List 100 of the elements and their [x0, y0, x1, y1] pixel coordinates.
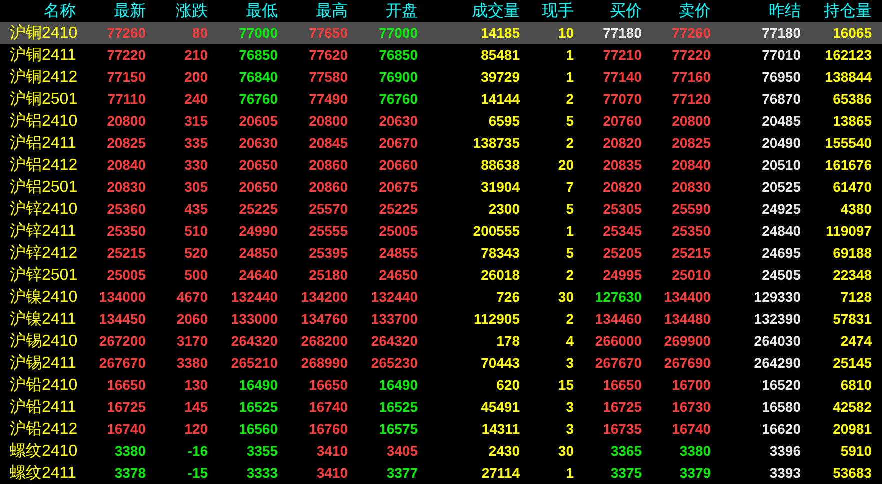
contract-name: 沪锡2411: [9, 354, 78, 374]
table-cell-text: 25360: [106, 201, 146, 217]
table-cell-text: 3396: [768, 443, 801, 459]
table-cell-text: 134460: [594, 311, 642, 327]
table-cell-text: 2474: [840, 333, 872, 349]
table-cell-text: 77210: [602, 47, 642, 63]
column-header[interactable]: 最低: [208, 0, 278, 22]
table-cell-text: 130: [184, 377, 208, 393]
column-header[interactable]: 开盘: [348, 0, 418, 22]
quote-row[interactable]: 沪锌2410 25360 435 25225 25570 25225 2300 5 25305 25590 24925 4380: [0, 198, 882, 220]
table-cell-text: 134200: [300, 289, 348, 305]
table-cell-text: 16740: [671, 421, 711, 437]
table-cell-text: 14144: [480, 91, 520, 107]
quote-row[interactable]: 沪铝2501 20830 305 20650 20860 20675 31904 7 20820 20830 20525 61470: [0, 176, 882, 198]
quote-row[interactable]: 沪铝2412 20840 330 20650 20860 20660 88638 20 20835 20840 20510 161676: [0, 154, 882, 176]
quote-row[interactable]: 沪铝2411 20825 335 20630 20845 20670 138735 2 20820 20825 20490 155540: [0, 132, 882, 154]
column-header[interactable]: 买价: [574, 0, 642, 22]
quote-row[interactable]: 沪锌2411 25350 510 24990 25555 25005 200555 1 25345 25350 24840 119097: [0, 220, 882, 242]
contract-name: 沪锌2501: [9, 266, 79, 286]
table-cell-text: 25305: [602, 201, 642, 217]
table-cell-text: 25350: [671, 223, 711, 239]
table-cell-text: 6595: [488, 113, 520, 129]
table-cell-text: 120: [184, 421, 208, 437]
table-cell-text: 2060: [176, 311, 208, 327]
column-header[interactable]: 名称: [0, 0, 82, 22]
quote-row[interactable]: 沪铅2410 16650 130 16490 16650 16490 620 15 16650 16700 16520 6810: [0, 374, 882, 396]
column-header[interactable]: 现手: [520, 0, 574, 22]
table-cell-text: 77650: [308, 25, 348, 41]
table-cell-text: 265210: [230, 355, 278, 371]
quote-row[interactable]: 沪镍2410 134000 4670 132440 134200 132440 726 30 127630 134400 129330 7128: [0, 286, 882, 308]
quote-row[interactable]: 沪锌2501 25005 500 24640 25180 24650 26018 2 24995 25010 24505 22348: [0, 264, 882, 286]
table-cell-text: 3380: [678, 443, 711, 459]
table-cell-text: -15: [186, 465, 208, 481]
table-cell-text: 57831: [832, 311, 872, 327]
table-cell-text: 240: [184, 91, 208, 107]
table-cell-text: 80: [191, 25, 208, 41]
table-cell-text: 138735: [472, 135, 520, 151]
table-cell-text: 119097: [825, 223, 872, 239]
contract-name: 沪锡2410: [9, 332, 79, 352]
table-cell-text: 14311: [480, 421, 520, 437]
table-cell-text: 77580: [308, 69, 348, 85]
table-cell-text: 10: [557, 25, 574, 41]
table-cell-text: 1: [565, 465, 574, 481]
table-cell-text: 16525: [378, 399, 418, 415]
column-header[interactable]: 持仓量: [801, 0, 872, 22]
table-cell-text: 3377: [386, 465, 418, 481]
table-cell-text: 620: [496, 377, 520, 393]
table-cell-text: 76850: [238, 47, 278, 63]
quote-row[interactable]: 沪锡2411 267670 3380 265210 268990 265230 70443 3 267670 267690 264290 25145: [0, 352, 882, 374]
quote-row[interactable]: 沪铅2411 16725 145 16525 16740 16525 45491 3 16725 16730 16580 42582: [0, 396, 882, 418]
column-header[interactable]: 最高: [278, 0, 348, 22]
table-cell-text: 264320: [370, 333, 418, 349]
quote-row[interactable]: 螺纹2410 3380 -16 3355 3410 3405 2430 30 3365 3380 3396 5910: [0, 440, 882, 462]
table-cell-text: 20630: [378, 113, 418, 129]
quote-row[interactable]: 沪锌2412 25215 520 24850 25395 24855 78343 5 25205 25215 24695 69188: [0, 242, 882, 264]
table-cell-text: 76760: [238, 91, 278, 107]
table-cell-text: 3380: [176, 355, 208, 371]
table-cell-text: 20485: [761, 113, 801, 129]
quote-row[interactable]: 沪铜2412 77150 200 76840 77580 76900 39729 1 77140 77160 76950 138844: [0, 66, 882, 88]
table-cell-text: 16620: [761, 421, 801, 437]
table-cell-text: 3333: [246, 465, 278, 481]
quote-row[interactable]: 沪铜2411 77220 210 76850 77620 76850 85481 1 77210 77220 77010 162123: [0, 44, 882, 66]
table-cell-text: 3355: [246, 443, 278, 459]
column-header[interactable]: 昨结: [711, 0, 801, 22]
table-cell-text: 24505: [761, 267, 801, 283]
table-cell-text: 77010: [761, 47, 801, 63]
table-cell-text: 25350: [106, 223, 146, 239]
table-cell-text: 13865: [832, 113, 872, 129]
quote-row[interactable]: 沪镍2411 134450 2060 133000 134760 133700 112905 2 134460 134480 132390 57831: [0, 308, 882, 330]
quote-row[interactable]: 沪铝2410 20800 315 20605 20800 20630 6595 5 20760 20800 20485 13865: [0, 110, 882, 132]
quote-row[interactable]: 沪铜2410 77260 80 77000 77650 77000 14185 10 77180 77260 77180 16065: [0, 22, 882, 44]
column-header[interactable]: 卖价: [642, 0, 711, 22]
table-cell-text: 16065: [832, 25, 872, 41]
table-cell-text: 20820: [602, 135, 642, 151]
contract-name: 螺纹2411: [9, 464, 78, 484]
column-header[interactable]: 最新: [82, 0, 146, 22]
table-cell-text: 264290: [753, 355, 801, 371]
table-cell-text: 20675: [378, 179, 418, 195]
contract-name: 沪锌2412: [9, 244, 79, 264]
table-cell-text: 20630: [238, 135, 278, 151]
table-cell-text: 161676: [824, 157, 872, 173]
table-cell-text: 76900: [378, 69, 418, 85]
column-header[interactable]: 涨跌: [146, 0, 208, 22]
column-header[interactable]: 成交量: [418, 0, 520, 22]
table-cell-text: 24695: [761, 245, 801, 261]
table-cell-text: 77260: [106, 25, 146, 41]
table-cell-text: 16700: [671, 377, 711, 393]
table-cell-text: 5910: [840, 443, 872, 459]
quote-row[interactable]: 沪铜2501 77110 240 76760 77490 76760 14144 2 77070 77120 76870 65386: [0, 88, 882, 110]
table-cell-text: 85481: [480, 47, 520, 63]
table-cell-text: 20490: [761, 135, 801, 151]
table-cell-text: 265230: [370, 355, 418, 371]
quote-row[interactable]: 沪铅2412 16740 120 16560 16760 16575 14311 3 16735 16740 16620 20981: [0, 418, 882, 440]
quote-row[interactable]: 沪锡2410 267200 3170 264320 268200 264320 178 4 266000 269900 264030 2474: [0, 330, 882, 352]
table-cell-text: 25225: [238, 201, 278, 217]
table-cell-text: 77180: [761, 25, 801, 41]
quote-row[interactable]: 螺纹2411 3378 -15 3333 3410 3377 27114 1 3375 3379 3393 53683: [0, 462, 882, 484]
contract-name: 沪铜2410: [9, 24, 79, 44]
table-cell-text: 22348: [832, 267, 872, 283]
contract-name: 沪镍2410: [9, 288, 79, 308]
